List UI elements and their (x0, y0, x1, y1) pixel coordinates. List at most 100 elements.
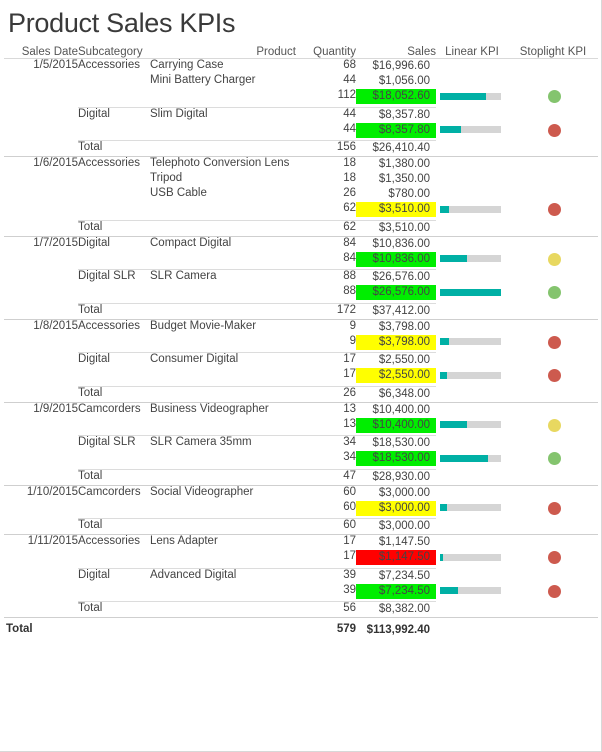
grand-total-sales: $113,992.40 (366, 624, 430, 636)
table-row[interactable]: 62 $3,510.00 (4, 202, 598, 221)
cell-linear-kpi (436, 89, 508, 107)
cell-stoplight-kpi (508, 501, 598, 519)
cell-sales-date (4, 501, 78, 519)
cell-sales: $18,052.60 (356, 89, 436, 108)
cell-linear-kpi (436, 236, 508, 252)
table-row[interactable]: Mini Battery Charger 44 $1,056.00 (4, 74, 598, 89)
linear-kpi-bar-fill (440, 205, 449, 213)
table-row[interactable]: 1/7/2015 Digital Compact Digital 84 $10,836.… (4, 236, 598, 252)
table-row[interactable]: Total 26 $6,348.00 (4, 386, 598, 403)
table-row[interactable]: 84 $10,836.00 (4, 251, 598, 270)
table-row[interactable]: 39 $7,234.50 (4, 583, 598, 602)
column-header-stoplight-kpi[interactable]: Stoplight KPI (508, 46, 598, 59)
cell-sales: $3,000.00 (356, 485, 436, 501)
cell-sales: $1,147.50 (356, 535, 436, 551)
table-row[interactable]: 17 $2,550.00 (4, 368, 598, 387)
cell-stoplight-kpi (508, 202, 598, 220)
cell-sales: $8,357.80 (356, 107, 436, 123)
sales-value: $3,000.00 (378, 486, 430, 499)
cell-stoplight-kpi (508, 74, 598, 89)
linear-kpi-bar-fill (440, 92, 486, 100)
cell-linear-kpi (436, 285, 508, 303)
cell-sales: $1,380.00 (356, 157, 436, 173)
table-row[interactable]: 44 $8,357.80 (4, 122, 598, 141)
table-row[interactable]: Digital Advanced Digital 39 $7,234.50 (4, 568, 598, 584)
column-header-linear-kpi[interactable]: Linear KPI (436, 46, 508, 59)
table-row[interactable]: Total 156 $26,410.40 (4, 140, 598, 157)
cell-linear-kpi (436, 451, 508, 469)
table-row[interactable]: Digital SLR SLR Camera 88 $26,576.00 (4, 270, 598, 286)
cell-subcategory (78, 202, 150, 221)
table-row[interactable]: Total 60 $3,000.00 (4, 518, 598, 535)
table-row[interactable]: 34 $18,530.00 (4, 451, 598, 470)
stoplight-red-icon (547, 551, 561, 564)
cell-sales: $3,510.00 (356, 220, 436, 237)
linear-kpi-bar (440, 421, 501, 429)
table-row[interactable]: USB Cable 26 $780.00 (4, 187, 598, 202)
table-row[interactable]: 1/8/2015 Accessories Budget Movie-Maker 9 $3… (4, 319, 598, 335)
column-header-subcategory[interactable]: Subcategory (78, 46, 150, 59)
table-row[interactable]: 13 $10,400.00 (4, 417, 598, 436)
sales-value-highlight-green: $10,400.00 (356, 417, 436, 433)
sales-value-highlight-green: $7,234.50 (356, 583, 436, 599)
table-row[interactable]: Tripod 18 $1,350.00 (4, 172, 598, 187)
table-row[interactable]: Digital Slim Digital 44 $8,357.80 (4, 107, 598, 123)
table-row[interactable]: 1/10/2015 Camcorders Social Videographer 60… (4, 485, 598, 501)
cell-subcategory: Accessories (78, 535, 140, 547)
cell-sales-date (4, 172, 78, 187)
cell-subcategory: Total (78, 220, 150, 237)
cell-stoplight-kpi (508, 236, 598, 252)
table-row[interactable]: 1/5/2015 Accessories Carrying Case 68 $16,99… (4, 59, 598, 75)
cell-quantity: 56 (296, 601, 356, 618)
table-row[interactable]: Total 172 $37,412.00 (4, 303, 598, 320)
table-row[interactable]: 88 $26,576.00 (4, 285, 598, 304)
table-row[interactable]: 1/9/2015 Camcorders Business Videographer 1… (4, 402, 598, 418)
grand-total-stoplight-kpi (508, 618, 598, 644)
table-row[interactable]: 1/11/2015 Accessories Lens Adapter 17 $1,147… (4, 535, 598, 551)
table-row[interactable]: Digital SLR SLR Camera 35mm 34 $18,530.00 (4, 436, 598, 452)
cell-product (150, 285, 296, 304)
cell-sales: $26,410.40 (356, 140, 436, 157)
cell-linear-kpi (436, 584, 508, 602)
cell-product: Slim Digital (150, 107, 208, 120)
cell-subcategory (78, 417, 150, 436)
column-header-sales-date[interactable]: Sales Date (4, 46, 78, 59)
table-row[interactable]: 112 $18,052.60 (4, 89, 598, 108)
column-header-sales[interactable]: Sales (356, 46, 436, 59)
cell-stoplight-kpi (508, 601, 598, 618)
cell-sales: $3,798.00 (356, 334, 436, 353)
cell-linear-kpi (436, 319, 508, 335)
column-header-product[interactable]: Product (150, 46, 296, 59)
cell-linear-kpi (436, 107, 508, 123)
table-row[interactable]: Total 62 $3,510.00 (4, 220, 598, 237)
cell-product (150, 550, 296, 569)
cell-sales: $7,234.50 (356, 583, 436, 602)
stoplight-green-icon (547, 90, 561, 103)
cell-stoplight-kpi (508, 319, 598, 335)
cell-product: SLR Camera 35mm (150, 436, 252, 448)
cell-sales: $10,400.00 (356, 402, 436, 418)
cell-quantity: 39 (296, 583, 356, 602)
cell-product (150, 202, 296, 221)
stoplight-yellow-icon (547, 252, 561, 266)
cell-linear-kpi (436, 270, 508, 286)
cell-sales-date: 1/10/2015 (26, 485, 78, 498)
column-header-quantity[interactable]: Quantity (296, 46, 356, 59)
table-row[interactable]: 17 $1,147.50 (4, 550, 598, 569)
grand-total-product (150, 618, 296, 644)
cell-stoplight-kpi (508, 172, 598, 187)
grand-total-row: Total 579 $113,992.40 (4, 618, 598, 644)
stoplight-red-icon (547, 369, 561, 382)
table-row[interactable]: 9 $3,798.00 (4, 334, 598, 353)
table-row[interactable]: 60 $3,000.00 (4, 500, 598, 519)
cell-quantity: 9 (349, 319, 356, 332)
cell-sales-date (4, 518, 78, 535)
table-row[interactable]: Total 47 $28,930.00 (4, 469, 598, 486)
table-row[interactable]: Digital Consumer Digital 17 $2,550.00 (4, 353, 598, 369)
table-row[interactable]: 1/6/2015 Accessories Telephoto Conversion … (4, 157, 598, 173)
linear-kpi-bar (440, 371, 501, 379)
cell-linear-kpi (436, 353, 508, 369)
cell-subcategory: Digital (78, 236, 110, 249)
table-row[interactable]: Total 56 $8,382.00 (4, 601, 598, 618)
cell-sales: $10,400.00 (356, 417, 436, 436)
